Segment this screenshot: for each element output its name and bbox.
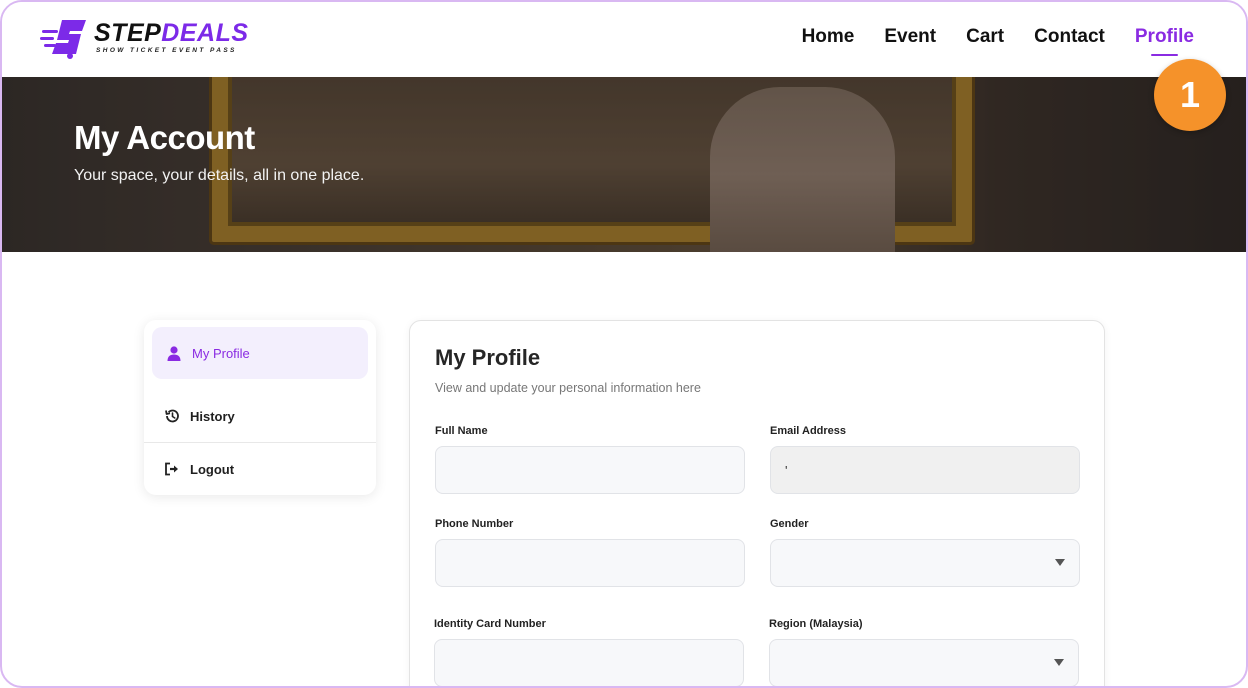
nav-cart[interactable]: Cart [966,24,1004,50]
step-number-badge: 1 [1154,59,1226,131]
email-label: Email Address [770,425,847,437]
history-icon [164,408,180,424]
top-header: STEPDEALS SHOW TICKET EVENT PASS Home Ev… [2,2,1246,77]
nav-home[interactable]: Home [802,24,855,50]
sidebar-item-logout[interactable]: Logout [152,443,368,495]
full-name-input[interactable] [435,446,745,494]
phone-label: Phone Number [435,518,514,530]
ticket-s-logo-icon [40,20,86,59]
nav-profile[interactable]: Profile [1135,24,1194,56]
user-icon [166,345,182,361]
sidebar-item-label: History [190,408,235,424]
brand-name: STEPDEALS [94,18,249,48]
hero-banner: My Account Your space, your details, all… [2,77,1246,252]
main-nav: Home Event Cart Contact Profile [802,24,1194,56]
sidebar-item-label: Logout [190,461,235,477]
chevron-down-icon [1055,559,1065,566]
nav-event[interactable]: Event [884,24,936,50]
region-select[interactable] [769,639,1079,686]
ic-number-input[interactable] [434,639,744,686]
nav-contact[interactable]: Contact [1034,24,1105,50]
page-title: My Account [74,119,255,156]
brand-name-secondary: DEALS [161,19,249,47]
sidebar-item-my-profile[interactable]: My Profile [152,327,368,379]
email-input[interactable] [770,446,1080,494]
ic-number-label: Identity Card Number [434,618,546,630]
app-window: STEPDEALS SHOW TICKET EVENT PASS Home Ev… [0,0,1248,688]
full-name-label: Full Name [435,425,488,437]
sidebar-item-label: My Profile [192,345,250,361]
gender-select[interactable] [770,539,1080,587]
profile-card: My Profile View and update your personal… [409,320,1105,686]
sidebar-item-history[interactable]: History [152,390,368,442]
profile-title: My Profile [435,345,541,370]
brand-name-primary: STEP [94,19,162,47]
hero-overlay [2,77,1246,252]
phone-input[interactable] [435,539,745,587]
region-label: Region (Malaysia) [769,618,863,630]
gender-label: Gender [770,518,809,530]
profile-subtitle: View and update your personal informatio… [435,381,701,395]
logout-icon [164,461,180,477]
brand-logo[interactable]: STEPDEALS SHOW TICKET EVENT PASS [40,16,248,62]
brand-tagline: SHOW TICKET EVENT PASS [96,47,237,54]
chevron-down-icon [1054,659,1064,666]
page-subtitle: Your space, your details, all in one pla… [74,167,365,184]
account-sidebar: My Profile History Logout [144,320,376,495]
